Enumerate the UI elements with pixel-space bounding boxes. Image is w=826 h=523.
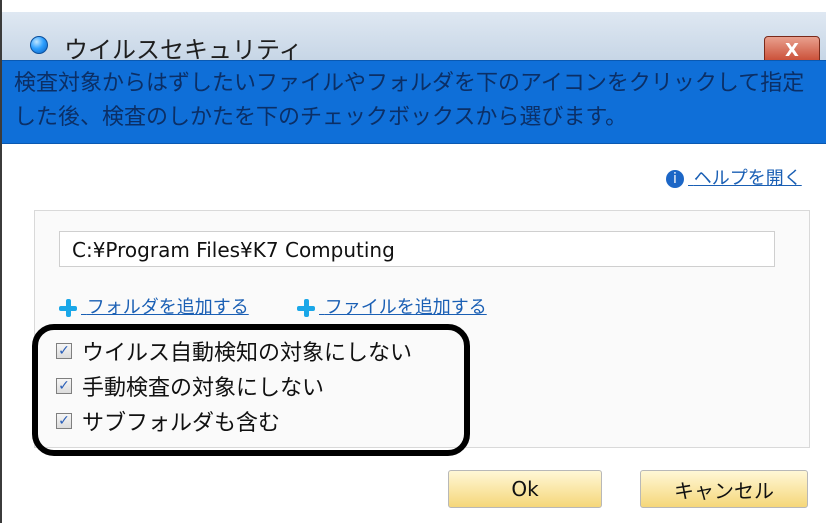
instruction-text: 検査対象からはずしたいファイルやフォルダを下のアイコンをクリックして指定した後、…: [14, 71, 805, 130]
ok-button[interactable]: Ok: [448, 470, 602, 508]
app-icon: [30, 36, 48, 54]
instruction-banner: 検査対象からはずしたいファイルやフォルダを下のアイコンをクリックして指定した後、…: [2, 60, 826, 144]
ok-button-label: Ok: [511, 477, 539, 501]
checkbox[interactable]: ✓: [56, 413, 72, 429]
option-label: 手動検査の対象にしない: [82, 376, 325, 401]
checkbox[interactable]: ✓: [56, 378, 72, 394]
option-label: サブフォルダも含む: [82, 411, 281, 436]
add-folder-link[interactable]: フォルダを追加する: [59, 293, 249, 319]
plus-icon: [297, 299, 315, 317]
cancel-button-label: キャンセル: [674, 478, 774, 503]
help-link[interactable]: i ヘルプを開く: [666, 164, 802, 190]
add-file-label: ファイルを追加する: [324, 297, 487, 318]
checkbox[interactable]: ✓: [56, 343, 72, 359]
option-auto-detect[interactable]: ✓ ウイルス自動検知の対象にしない: [56, 336, 412, 366]
option-include-subfolders[interactable]: ✓ サブフォルダも含む: [56, 406, 280, 436]
checkmark-icon: ✓: [58, 378, 70, 394]
option-label: ウイルス自動検知の対象にしない: [82, 341, 413, 366]
add-folder-label: フォルダを追加する: [86, 297, 249, 318]
dialog-window: ウイルスセキュリティ X 検査対象からはずしたいファイルやフォルダを下のアイコン…: [0, 0, 826, 523]
checkmark-icon: ✓: [58, 343, 70, 359]
checkmark-icon: ✓: [58, 413, 70, 429]
help-link-label: ヘルプを開く: [693, 168, 802, 189]
plus-icon: [59, 299, 77, 317]
cancel-button[interactable]: キャンセル: [640, 470, 808, 508]
close-icon: X: [785, 39, 799, 61]
path-field[interactable]: C:¥Program Files¥K7 Computing: [59, 231, 775, 267]
option-manual-scan[interactable]: ✓ 手動検査の対象にしない: [56, 371, 324, 401]
add-file-link[interactable]: ファイルを追加する: [297, 293, 487, 319]
info-icon: i: [666, 170, 684, 188]
title-bar: ウイルスセキュリティ X: [2, 12, 826, 64]
